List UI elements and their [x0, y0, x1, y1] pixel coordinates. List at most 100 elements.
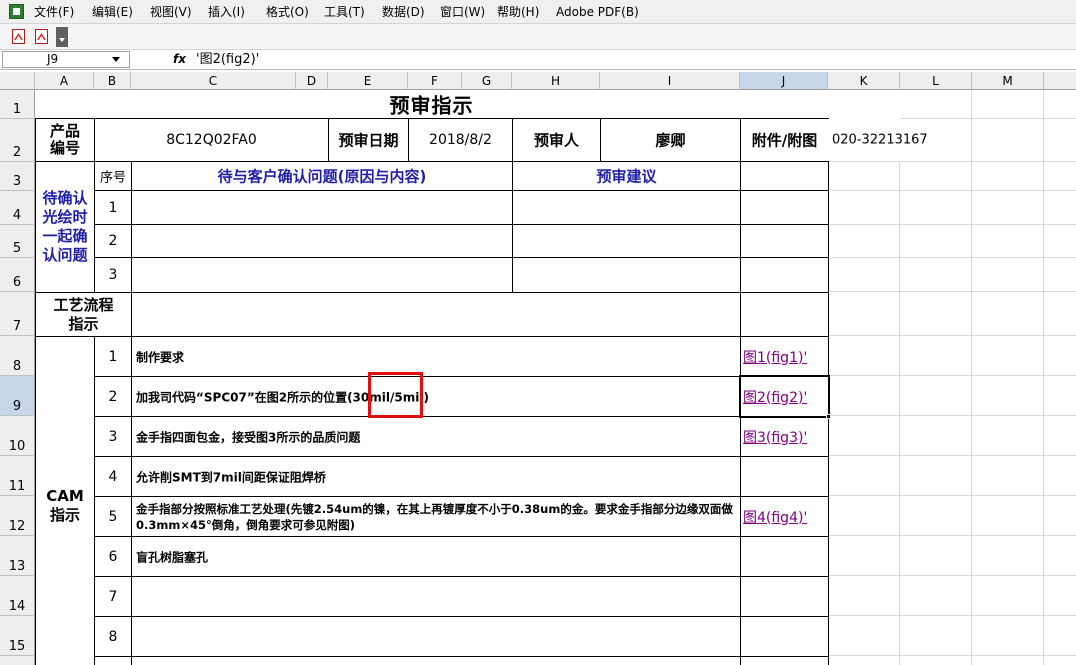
pending-suggest-cell[interactable]: [512, 190, 741, 225]
cam-seq-cell[interactable]: 6: [94, 536, 132, 577]
cam-seq-cell[interactable]: [94, 656, 132, 665]
reviewer-cell[interactable]: 廖卿: [600, 118, 741, 162]
process-label-cell[interactable]: 工艺流程 指示: [35, 292, 132, 337]
convert-and-email-pdf-button[interactable]: [33, 27, 51, 46]
cam-seq-cell[interactable]: 3: [94, 416, 132, 457]
cam-instruction-cell[interactable]: 盲孔树脂塞孔: [131, 536, 741, 577]
column-header-c[interactable]: C: [131, 72, 296, 90]
pending-attachment-cell[interactable]: [740, 257, 829, 293]
attachment-label-cell[interactable]: 附件/附图: [740, 118, 829, 162]
cam-figure-cell[interactable]: 图1(fig1)': [740, 336, 829, 377]
insert-function-icon[interactable]: fx: [173, 52, 186, 66]
review-date-label-cell[interactable]: 预审日期: [328, 118, 409, 162]
cam-seq-cell[interactable]: 1: [94, 336, 132, 377]
column-header-h[interactable]: H: [512, 72, 600, 90]
menu-edit[interactable]: 编辑(E): [92, 3, 133, 21]
row-header-12[interactable]: 12: [0, 496, 35, 536]
pending-issue-cell[interactable]: [131, 190, 513, 225]
product-no-label-cell[interactable]: 产品 编号: [35, 118, 95, 162]
title-cell[interactable]: 预审指示: [35, 90, 828, 119]
menu-insert[interactable]: 插入(I): [208, 3, 245, 21]
column-header-m[interactable]: M: [972, 72, 1044, 90]
cam-figure-cell[interactable]: [740, 576, 829, 617]
menu-help[interactable]: 帮助(H): [497, 3, 539, 21]
pending-issue-cell[interactable]: [131, 257, 513, 293]
product-no-cell[interactable]: 8C12Q02FA0: [94, 118, 329, 162]
name-box[interactable]: J9: [2, 51, 130, 68]
cam-instruction-cell[interactable]: 金手指部分按照标准工艺处理(先镀2.54um的镍，在其上再镀厚度不小于0.38u…: [131, 496, 741, 537]
cell-k1[interactable]: [828, 90, 900, 119]
cam-instruction-cell[interactable]: [131, 616, 741, 657]
cam-figure-cell[interactable]: [740, 616, 829, 657]
cell-j3[interactable]: [740, 161, 829, 191]
menu-view[interactable]: 视图(V): [150, 3, 192, 21]
column-header-f[interactable]: F: [408, 72, 462, 90]
reviewer-label-cell[interactable]: 预审人: [512, 118, 601, 162]
cam-figure-cell[interactable]: [740, 456, 829, 497]
formula-input[interactable]: '图2(fig2)': [196, 51, 259, 68]
cam-instruction-cell[interactable]: 金手指四面包金，接受图3所示的品质问题: [131, 416, 741, 457]
cam-instruction-cell[interactable]: 加我司代码“SPC07”在图2所示的位置(30mil/5mil): [131, 376, 741, 417]
process-content-cell[interactable]: [131, 292, 741, 337]
cam-figure-cell[interactable]: 图4(fig4)': [740, 496, 829, 537]
row-header-2[interactable]: 2: [0, 119, 35, 162]
pending-attachment-cell[interactable]: [740, 224, 829, 258]
column-header-j[interactable]: J: [740, 72, 828, 90]
pending-seq-cell[interactable]: 3: [94, 257, 132, 293]
column-header-a[interactable]: A: [35, 72, 94, 90]
figure-4-link[interactable]: 图4(fig4)': [743, 507, 826, 527]
pending-suggest-cell[interactable]: [512, 224, 741, 258]
cell-j7[interactable]: [740, 292, 829, 337]
row-header-9[interactable]: 9: [0, 376, 35, 416]
cam-seq-cell[interactable]: 4: [94, 456, 132, 497]
cam-figure-cell[interactable]: [740, 656, 829, 665]
pending-seq-cell[interactable]: 1: [94, 190, 132, 225]
fill-handle[interactable]: [826, 414, 831, 419]
toolbar-options-button[interactable]: [56, 27, 68, 47]
column-header-l[interactable]: L: [900, 72, 972, 90]
menu-data[interactable]: 数据(D): [382, 3, 425, 21]
menu-adobe-pdf[interactable]: Adobe PDF(B): [556, 3, 639, 21]
row-header-1[interactable]: 1: [0, 90, 35, 119]
column-header-e[interactable]: E: [328, 72, 408, 90]
menu-format[interactable]: 格式(O): [266, 3, 309, 21]
row-header-10[interactable]: 10: [0, 416, 35, 456]
pending-seq-cell[interactable]: 2: [94, 224, 132, 258]
select-all-corner[interactable]: [0, 72, 35, 90]
row-header-6[interactable]: 6: [0, 258, 35, 292]
review-date-cell[interactable]: 2018/8/2: [408, 118, 513, 162]
figure-3-link[interactable]: 图3(fig3)': [743, 427, 826, 447]
row-header-13[interactable]: 13: [0, 536, 35, 576]
cam-instruction-cell[interactable]: [131, 656, 741, 665]
pending-suggest-cell[interactable]: [512, 257, 741, 293]
cam-instruction-cell[interactable]: [131, 576, 741, 617]
cam-instruction-cell[interactable]: 允许削SMT到7mil间距保证阻焊桥: [131, 456, 741, 497]
row-header-8[interactable]: 8: [0, 336, 35, 376]
row-header-3[interactable]: 3: [0, 162, 35, 191]
convert-to-pdf-button[interactable]: [10, 27, 28, 46]
pending-issue-cell[interactable]: [131, 224, 513, 258]
menu-tools[interactable]: 工具(T): [324, 3, 365, 21]
cam-figure-cell[interactable]: 图3(fig3)': [740, 416, 829, 457]
column-header-g[interactable]: G: [462, 72, 512, 90]
row-header-5[interactable]: 5: [0, 225, 35, 258]
cam-seq-cell[interactable]: 2: [94, 376, 132, 417]
figure-1-link[interactable]: 图1(fig1)': [743, 347, 826, 367]
excel-app-icon[interactable]: [9, 4, 24, 19]
pending-attachment-cell[interactable]: [740, 190, 829, 225]
cam-figure-cell[interactable]: [740, 536, 829, 577]
column-header-d[interactable]: D: [296, 72, 328, 90]
column-header-k[interactable]: K: [828, 72, 900, 90]
cam-seq-cell[interactable]: 7: [94, 576, 132, 617]
menu-file[interactable]: 文件(F): [34, 3, 74, 21]
row-header-7[interactable]: 7: [0, 292, 35, 336]
menu-window[interactable]: 窗口(W): [440, 3, 485, 21]
seq-label-cell[interactable]: 序号: [94, 161, 132, 191]
pending-label-cell[interactable]: 待确认光绘时一起确认问题: [35, 161, 95, 293]
issue-header-cell[interactable]: 待与客户确认问题(原因与内容): [131, 161, 513, 191]
cam-label-cell[interactable]: CAM 指示: [35, 336, 95, 665]
column-header-i[interactable]: I: [600, 72, 740, 90]
row-header-14[interactable]: 14: [0, 576, 35, 616]
row-header-11[interactable]: 11: [0, 456, 35, 496]
cam-seq-cell[interactable]: 8: [94, 616, 132, 657]
